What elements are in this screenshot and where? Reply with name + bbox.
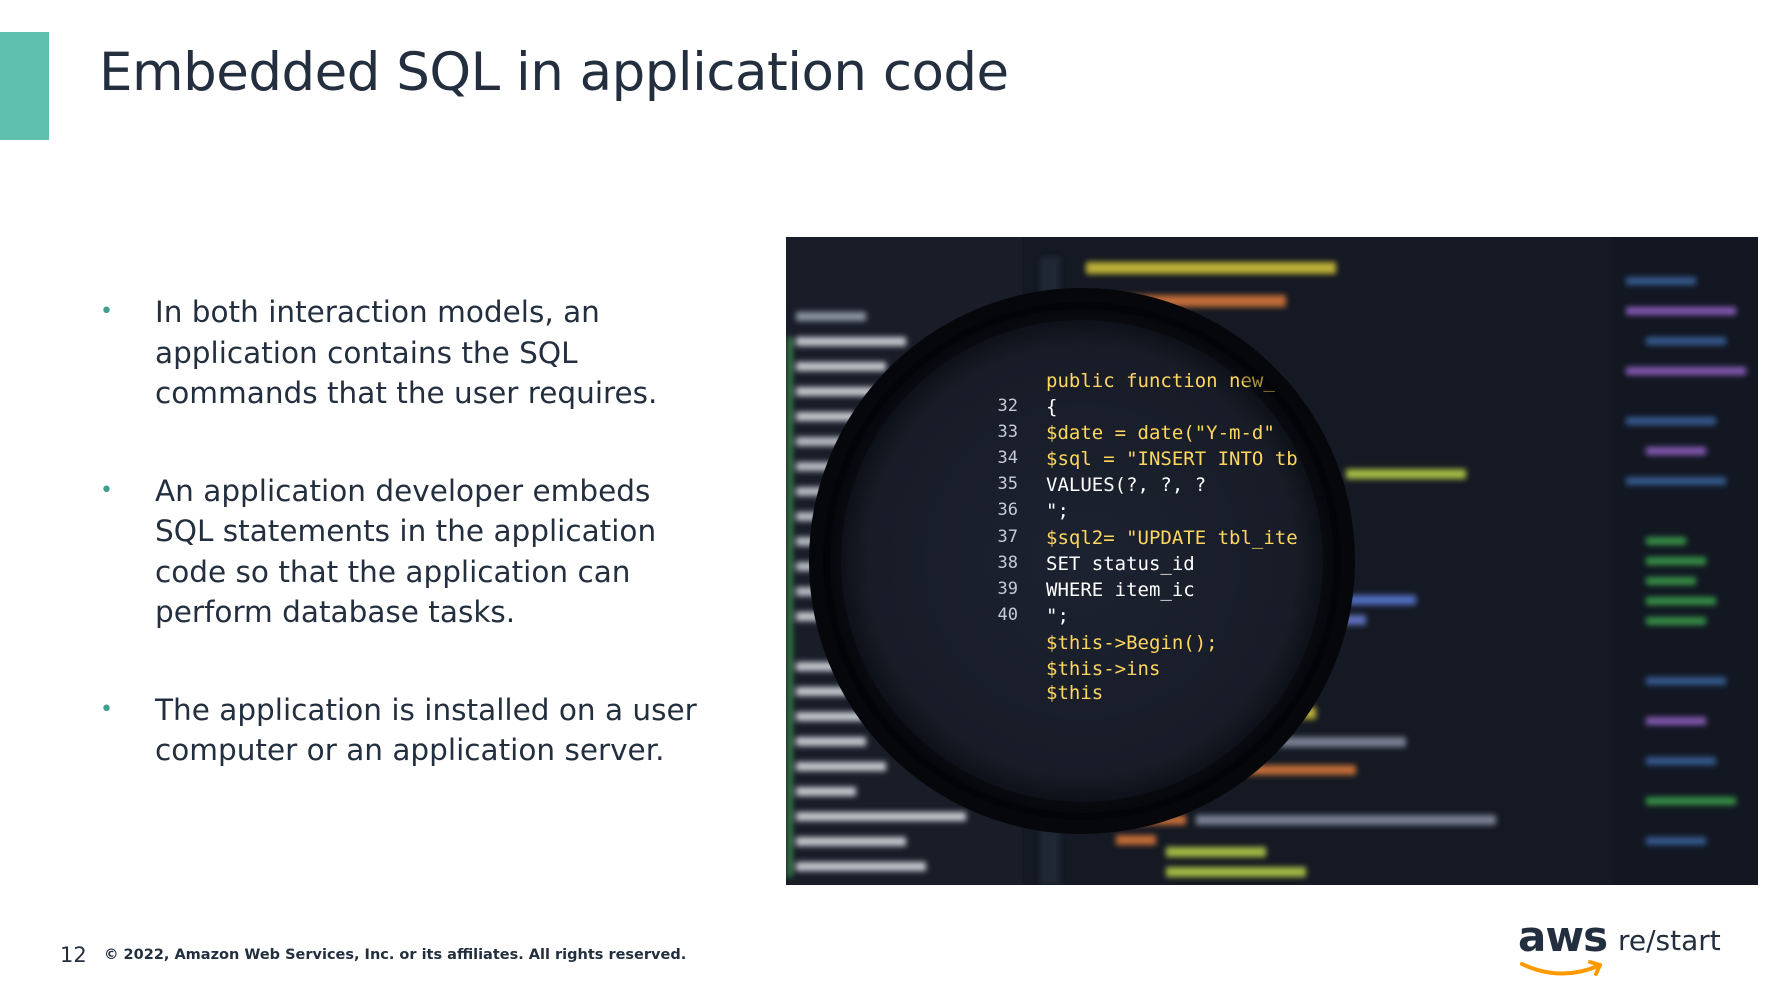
slide-title: Embedded SQL in application code: [99, 42, 1009, 103]
bullet-dot-icon: •: [100, 696, 113, 722]
page-number: 12: [60, 943, 87, 967]
bullet-text: An application developer embeds SQL stat…: [155, 473, 657, 630]
code-line: ";: [1046, 605, 1069, 627]
code-line-number: 39: [998, 579, 1018, 599]
code-line-number: 38: [998, 553, 1018, 573]
code-line: $this->Begin();: [1046, 632, 1218, 654]
code-line-number: 37: [998, 527, 1018, 547]
bullet-item: • The application is installed on a user…: [96, 690, 716, 771]
code-line: $date = date("Y-m-d": [1046, 422, 1275, 444]
code-magnifier-image: 32 33 34 35 36 37 38 39 40 public functi…: [786, 237, 1758, 885]
code-line: WHERE item_ic: [1046, 579, 1195, 601]
bullet-dot-icon: •: [100, 477, 113, 503]
bullet-list: • In both interaction models, an applica…: [96, 292, 716, 828]
code-line: VALUES(?, ?, ?: [1046, 474, 1206, 496]
logo-product: re/start: [1618, 924, 1721, 957]
code-line-number: 33: [998, 422, 1018, 442]
bullet-item: • In both interaction models, an applica…: [96, 292, 716, 414]
code-line-number: 36: [998, 500, 1018, 520]
code-line: {: [1046, 396, 1057, 418]
aws-smile-icon: [1520, 960, 1602, 976]
copyright-notice: © 2022, Amazon Web Services, Inc. or its…: [104, 947, 687, 963]
bullet-text: In both interaction models, an applicati…: [155, 295, 658, 410]
title-accent-bar: [0, 32, 49, 140]
code-line: $sql = "INSERT INTO tb: [1046, 448, 1298, 470]
code-line-number: 40: [998, 605, 1018, 625]
code-line-number: 35: [998, 474, 1018, 494]
aws-restart-logo: aws re/start: [1518, 912, 1721, 980]
code-line: $this->ins: [1046, 658, 1160, 680]
code-line: $this: [1046, 682, 1103, 704]
bullet-dot-icon: •: [100, 299, 113, 324]
code-line-number: 34: [998, 448, 1018, 468]
code-line: ";: [1046, 500, 1069, 522]
bullet-text: The application is installed on a user c…: [155, 692, 697, 768]
bullet-item: • An application developer embeds SQL st…: [96, 471, 716, 633]
code-magnifier-illustration: 32 33 34 35 36 37 38 39 40 public functi…: [786, 237, 1758, 885]
code-line: $sql2= "UPDATE tbl_ite: [1046, 527, 1298, 549]
code-line-number: 32: [998, 396, 1018, 416]
logo-brand: aws: [1518, 912, 1608, 961]
code-line: SET status_id: [1046, 553, 1195, 575]
